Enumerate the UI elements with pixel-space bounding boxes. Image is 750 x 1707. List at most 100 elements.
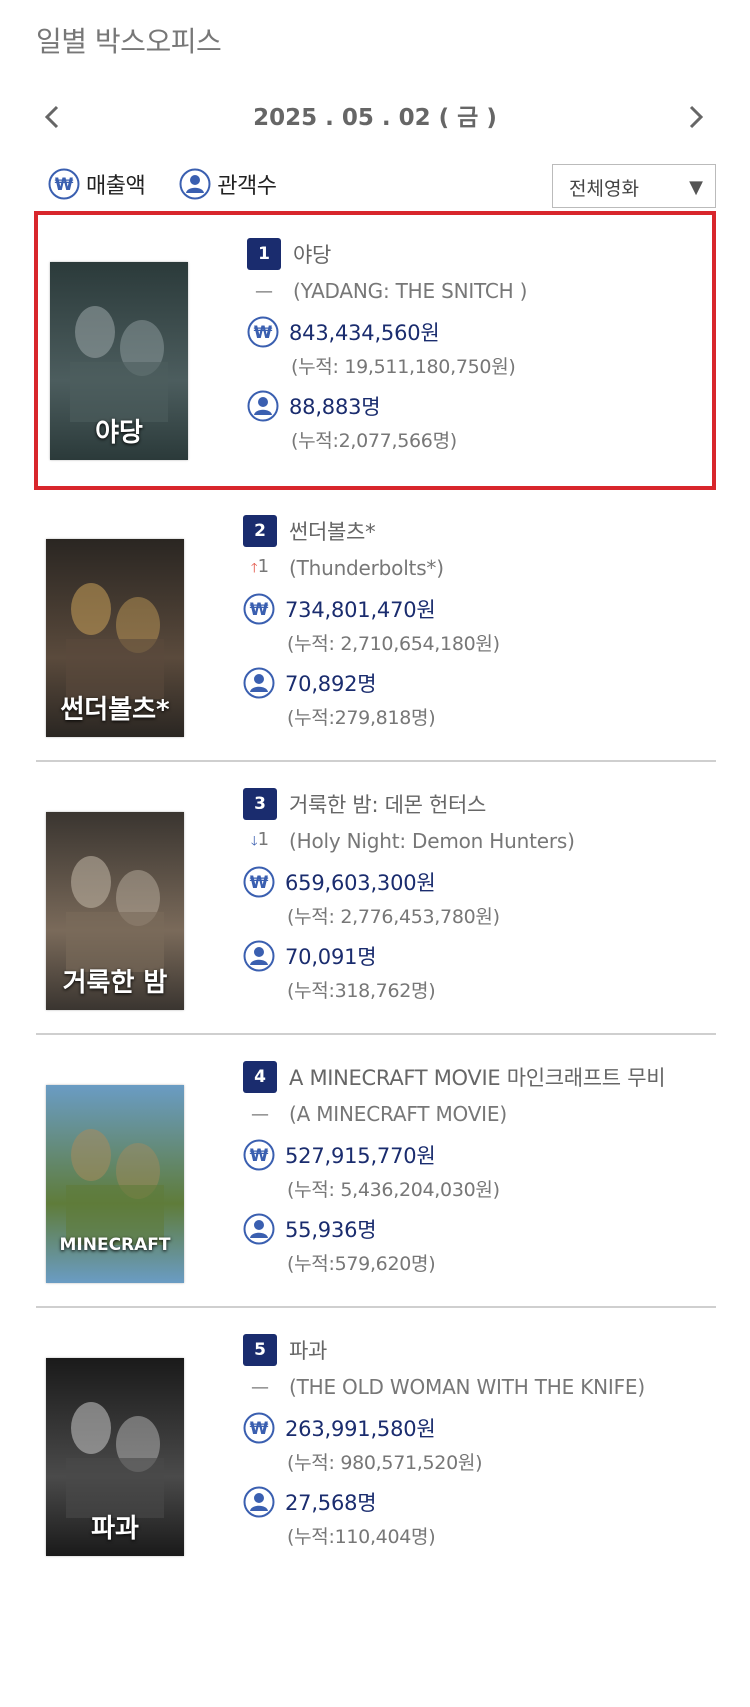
daily-audience: 70,091명: [285, 945, 377, 969]
page-title: 일별 박스오피스: [36, 25, 222, 58]
poster-title-text: 야당: [95, 418, 143, 448]
movie-poster[interactable]: MINECRAFT: [46, 1085, 184, 1283]
rank-change-value: 1: [257, 555, 270, 577]
movie-info: 3 거룩한 밤: 데몬 헌터스 🡓1 (Holy Night: Demon Hunte…: [243, 787, 703, 1007]
won-icon: ₩: [243, 1139, 275, 1171]
movie-info: 2 썬더볼츠* 🡑1 (Thunderbolts*) ₩734,801,470원 (누적:…: [243, 514, 703, 734]
rank-change-value: 1: [257, 828, 270, 850]
daily-sales: 527,915,770원: [285, 1144, 436, 1168]
won-icon: ₩: [48, 168, 80, 200]
daily-audience: 70,892명: [285, 672, 377, 696]
sales-row: ₩843,434,560원: [247, 313, 707, 351]
svg-text:₩: ₩: [250, 1146, 269, 1166]
divider: [36, 760, 716, 762]
movie-filter-select[interactable]: 전체영화 ▼: [552, 164, 716, 208]
arrow-down-icon: 🡓: [250, 833, 258, 849]
poster-title-text: 거룩한 밤: [62, 968, 168, 998]
rank-row: 5 파과: [243, 1333, 703, 1367]
divider: [36, 1306, 716, 1308]
poster-title-text: 썬더볼츠*: [60, 695, 170, 725]
svg-text:₩: ₩: [254, 323, 273, 343]
sales-row: ₩659,603,300원: [243, 863, 703, 901]
movie-title-en: (YADANG: THE SNITCH ): [293, 279, 528, 303]
movie-title-ko[interactable]: 거룩한 밤: 데몬 헌터스: [289, 789, 486, 819]
won-icon: ₩: [247, 316, 279, 348]
rank-badge: 2: [243, 515, 277, 547]
cumulative-audience: (누적:579,620명): [287, 1253, 436, 1275]
movie-title-ko[interactable]: A MINECRAFT MOVIE 마인크래프트 무비: [289, 1062, 666, 1092]
rank-badge: 3: [243, 788, 277, 820]
audience-row: 27,568명: [243, 1483, 703, 1521]
movie-item[interactable]: 파과 5 파과 — (THE OLD WOMAN WITH THE KNIFE) ₩263…: [34, 1303, 716, 1603]
poster-title-text: 파과: [91, 1514, 139, 1544]
movie-title-en: (Holy Night: Demon Hunters): [289, 829, 575, 853]
won-icon: ₩: [243, 1412, 275, 1444]
divider: [36, 1033, 716, 1035]
daily-sales: 263,991,580원: [285, 1417, 436, 1441]
movie-title-en: (A MINECRAFT MOVIE): [289, 1102, 507, 1126]
rank-row: 4 A MINECRAFT MOVIE 마인크래프트 무비: [243, 1060, 703, 1094]
cumulative-audience: (누적:2,077,566명): [291, 430, 457, 452]
sub-row: 🡓1 (Holy Night: Demon Hunters): [243, 823, 703, 859]
daily-sales: 843,434,560원: [289, 321, 440, 345]
won-icon: ₩: [243, 593, 275, 625]
rank-change: —: [247, 281, 281, 302]
rank-badge: 4: [243, 1061, 277, 1093]
audience-row: 70,892명: [243, 664, 703, 702]
svg-text:₩: ₩: [250, 873, 269, 893]
next-date-chevron-right-icon[interactable]: [680, 102, 710, 132]
movie-title-en: (THE OLD WOMAN WITH THE KNIFE): [289, 1375, 645, 1399]
rank-change-value: —: [251, 1376, 269, 1398]
cumulative-sales: (누적: 2,710,654,180원): [287, 633, 500, 655]
legend-audience-label: 관객수: [217, 174, 277, 199]
sub-row: 🡑1 (Thunderbolts*): [243, 550, 703, 586]
rank-change: 🡑1: [243, 556, 277, 581]
sub-row: — (A MINECRAFT MOVIE): [243, 1096, 703, 1132]
daily-audience: 27,568명: [285, 1491, 377, 1515]
movie-poster[interactable]: 파과: [46, 1358, 184, 1556]
sales-row: ₩263,991,580원: [243, 1409, 703, 1447]
daily-sales: 734,801,470원: [285, 598, 436, 622]
movie-title-ko[interactable]: 야당: [293, 239, 331, 269]
rank-change-value: —: [255, 280, 273, 302]
person-icon: [243, 940, 275, 972]
movie-info: 4 A MINECRAFT MOVIE 마인크래프트 무비 — (A MINECRAF…: [243, 1060, 703, 1280]
current-date: 2025 . 05 . 02 ( 금 ): [253, 105, 497, 131]
rank-badge: 1: [247, 238, 281, 270]
movie-item[interactable]: MINECRAFT 4 A MINECRAFT MOVIE 마인크래프트 무비 — (A…: [34, 1030, 716, 1330]
audience-row: 70,091명: [243, 937, 703, 975]
daily-audience: 88,883명: [289, 395, 381, 419]
rank-change: 🡓1: [243, 829, 277, 854]
sales-row: ₩734,801,470원: [243, 590, 703, 628]
svg-text:₩: ₩: [250, 1419, 269, 1439]
legend-audience: 관객수: [179, 168, 277, 200]
rank-change-value: —: [251, 1103, 269, 1125]
cumulative-audience: (누적:110,404명): [287, 1526, 436, 1548]
person-icon: [243, 1486, 275, 1518]
person-icon: [243, 1213, 275, 1245]
movie-item[interactable]: 썬더볼츠* 2 썬더볼츠* 🡑1 (Thunderbolts*) ₩734,801,470…: [34, 484, 716, 784]
arrow-up-icon: 🡑: [250, 560, 258, 576]
movie-poster[interactable]: 야당: [50, 262, 188, 460]
cumulative-audience: (누적:318,762명): [287, 980, 436, 1002]
movie-item[interactable]: 야당 1 야당 — (YADANG: THE SNITCH ) ₩843,434,560원…: [34, 211, 716, 490]
rank-row: 1 야당: [247, 237, 707, 271]
person-icon: [179, 168, 211, 200]
movie-title-ko[interactable]: 파과: [289, 1335, 327, 1365]
cumulative-audience: (누적:279,818명): [287, 707, 436, 729]
movie-poster[interactable]: 거룩한 밤: [46, 812, 184, 1010]
won-icon: ₩: [243, 866, 275, 898]
movie-poster[interactable]: 썬더볼츠*: [46, 539, 184, 737]
rank-change: —: [243, 1377, 277, 1398]
svg-text:₩: ₩: [55, 175, 74, 195]
cumulative-sales: (누적: 980,571,520원): [287, 1452, 483, 1474]
movie-item[interactable]: 거룩한 밤 3 거룩한 밤: 데몬 헌터스 🡓1 (Holy Night: Demon …: [34, 757, 716, 1057]
cumulative-sales: (누적: 5,436,204,030원): [287, 1179, 500, 1201]
legend-sales-label: 매출액: [86, 174, 146, 199]
person-icon: [247, 390, 279, 422]
svg-text:₩: ₩: [250, 600, 269, 620]
sales-row: ₩527,915,770원: [243, 1136, 703, 1174]
sub-row: — (THE OLD WOMAN WITH THE KNIFE): [243, 1369, 703, 1405]
movie-title-ko[interactable]: 썬더볼츠*: [289, 516, 376, 546]
rank-row: 3 거룩한 밤: 데몬 헌터스: [243, 787, 703, 821]
